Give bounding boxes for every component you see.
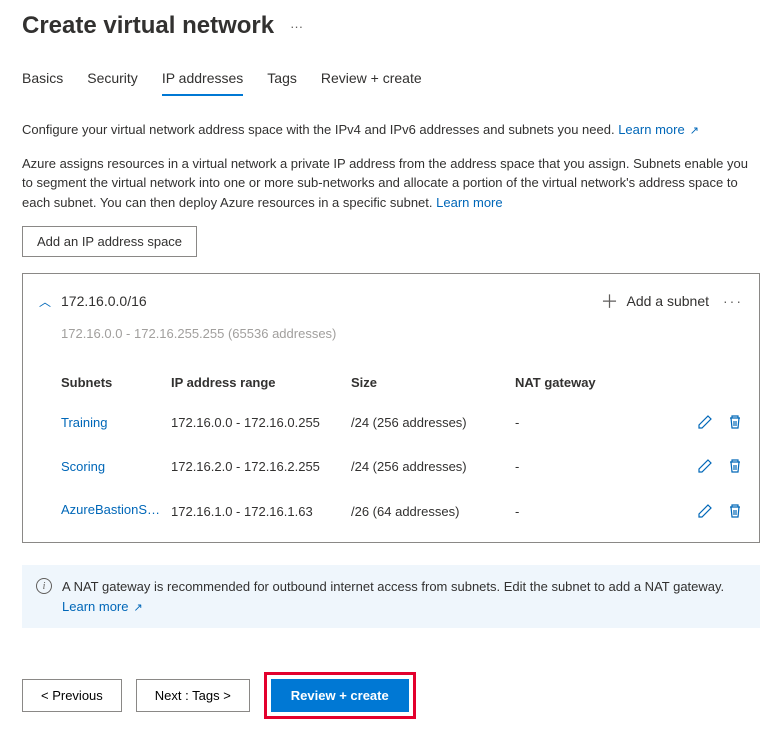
edit-icon[interactable] (697, 503, 713, 519)
page-title: Create virtual network (22, 12, 274, 40)
review-create-button[interactable]: Review + create (271, 679, 409, 712)
add-subnet-button[interactable]: ＋ Add a subnet (600, 288, 709, 314)
address-space-range: 172.16.0.0 - 172.16.255.255 (65536 addre… (23, 320, 759, 361)
subnet-link[interactable]: AzureBastionSubnet (61, 502, 161, 517)
col-header-range: IP address range (171, 375, 351, 390)
edit-icon[interactable] (697, 458, 713, 474)
subnet-range: 172.16.2.0 - 172.16.2.255 (171, 459, 351, 474)
col-header-subnets: Subnets (61, 375, 171, 390)
subnets-table: Subnets IP address range Size NAT gatewa… (23, 361, 759, 542)
description-2: Azure assigns resources in a virtual net… (22, 154, 760, 213)
subnet-link[interactable]: Scoring (61, 459, 105, 474)
info-text: A NAT gateway is recommended for outboun… (62, 579, 724, 594)
subnet-size: /24 (256 addresses) (351, 459, 515, 474)
table-row: Training 172.16.0.0 - 172.16.0.255 /24 (… (61, 400, 743, 444)
learn-more-link-2[interactable]: Learn more (436, 195, 502, 210)
learn-more-link-1[interactable]: Learn more ↗ (618, 122, 699, 137)
tab-basics[interactable]: Basics (22, 62, 63, 96)
previous-button[interactable]: < Previous (22, 679, 122, 712)
tabs: Basics Security IP addresses Tags Review… (22, 62, 760, 96)
table-header: Subnets IP address range Size NAT gatewa… (61, 361, 743, 400)
subnet-size: /26 (64 addresses) (351, 504, 515, 519)
tab-ip-addresses[interactable]: IP addresses (162, 62, 243, 96)
external-link-icon: ↗ (687, 125, 699, 137)
subnet-link[interactable]: Training (61, 415, 107, 430)
info-banner: i A NAT gateway is recommended for outbo… (22, 565, 760, 628)
tab-security[interactable]: Security (87, 62, 138, 96)
more-actions-icon[interactable]: ··· (290, 19, 303, 34)
col-header-size: Size (351, 375, 515, 390)
info-learn-more-link[interactable]: Learn more ↗ (62, 599, 143, 614)
subnet-nat: - (515, 504, 683, 519)
delete-icon[interactable] (727, 458, 743, 474)
address-space-more-icon[interactable]: ··· (723, 293, 743, 309)
highlight-box: Review + create (264, 672, 416, 719)
address-space-panel: ︿ 172.16.0.0/16 ＋ Add a subnet ··· 172.1… (22, 273, 760, 543)
delete-icon[interactable] (727, 414, 743, 430)
subnet-range: 172.16.0.0 - 172.16.0.255 (171, 415, 351, 430)
tab-review-create[interactable]: Review + create (321, 62, 422, 96)
description-1: Configure your virtual network address s… (22, 120, 760, 140)
address-space-cidr: 172.16.0.0/16 (61, 293, 600, 309)
next-button[interactable]: Next : Tags > (136, 679, 250, 712)
chevron-up-icon[interactable]: ︿ (39, 293, 51, 310)
subnet-nat: - (515, 459, 683, 474)
table-row: Scoring 172.16.2.0 - 172.16.2.255 /24 (2… (61, 444, 743, 488)
external-link-icon: ↗ (130, 602, 142, 614)
delete-icon[interactable] (727, 503, 743, 519)
subnet-range: 172.16.1.0 - 172.16.1.63 (171, 504, 351, 519)
subnet-size: /24 (256 addresses) (351, 415, 515, 430)
add-ip-address-space-button[interactable]: Add an IP address space (22, 226, 197, 257)
footer-buttons: < Previous Next : Tags > Review + create (22, 672, 760, 719)
subnet-nat: - (515, 415, 683, 430)
col-header-nat: NAT gateway (515, 375, 683, 390)
tab-tags[interactable]: Tags (267, 62, 297, 96)
table-row: AzureBastionSubnet 172.16.1.0 - 172.16.1… (61, 488, 743, 534)
info-icon: i (36, 578, 52, 594)
edit-icon[interactable] (697, 414, 713, 430)
plus-icon: ＋ (600, 288, 618, 314)
